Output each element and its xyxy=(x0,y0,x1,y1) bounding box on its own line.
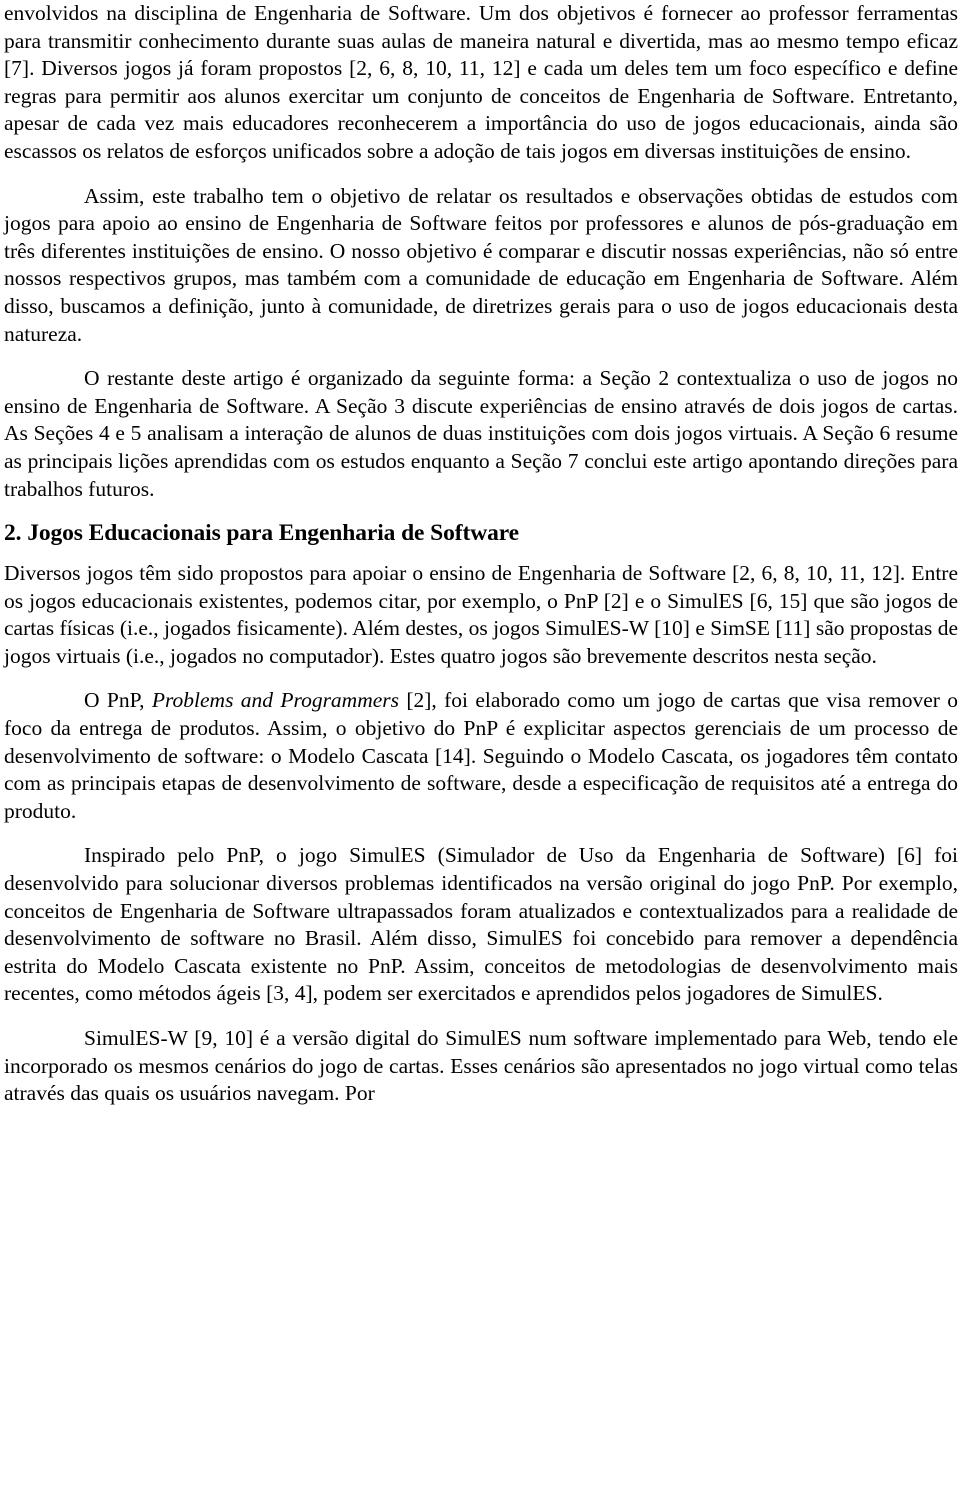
paragraph-continued-from-previous-page: envolvidos na disciplina de Engenharia d… xyxy=(4,1,958,163)
pnp-text-before-title: O PnP, xyxy=(84,688,152,713)
section2-paragraph-pnp: O PnP, Problems and Programmers [2], foi… xyxy=(4,687,958,825)
section-heading-2: 2. Jogos Educacionais para Engenharia de… xyxy=(4,520,519,547)
paragraph-organizacao-artigo: O restante deste artigo é organizado da … xyxy=(4,366,958,501)
section2-paragraph-simules: Inspirado pelo PnP, o jogo SimulES (Simu… xyxy=(4,843,958,1006)
section2-paragraph-simules-w: SimulES-W [9, 10] é a versão digital do … xyxy=(4,1026,958,1106)
paragraph-objetivo-trabalho: Assim, este trabalho tem o objetivo de r… xyxy=(4,183,958,346)
document-page: envolvidos na disciplina de Engenharia d… xyxy=(0,0,960,1502)
section2-paragraph-jogos-propostos: Diversos jogos têm sido propostos para a… xyxy=(4,561,958,668)
game-title-problems-and-programmers: Problems and Programmers xyxy=(151,688,400,713)
text-column: envolvidos na disciplina de Engenharia d… xyxy=(4,0,958,1108)
